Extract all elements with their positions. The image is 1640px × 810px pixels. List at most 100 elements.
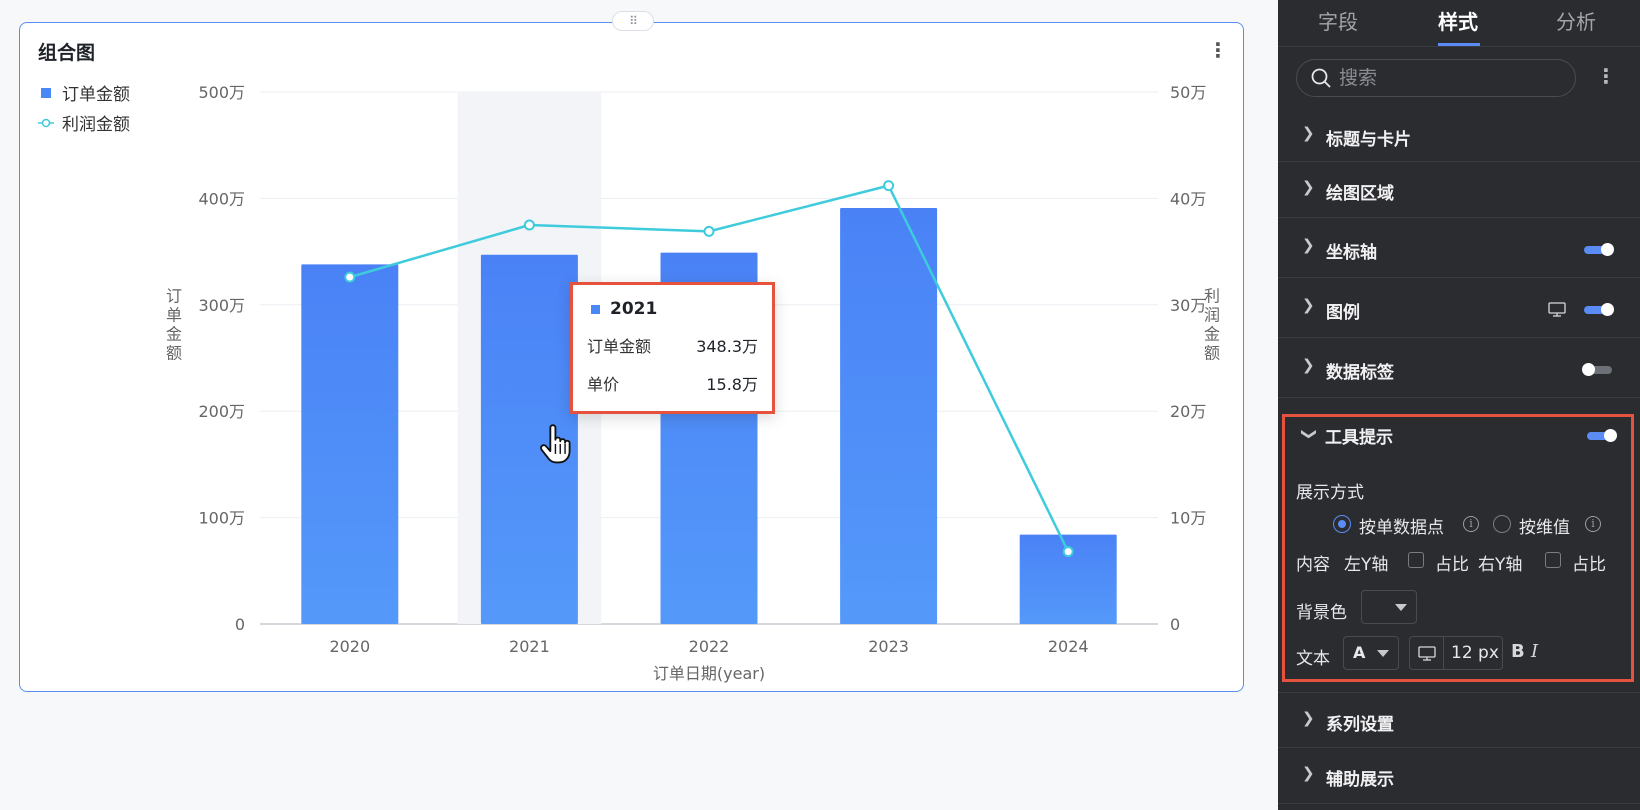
line-point — [883, 180, 895, 192]
display-mode-label: 展示方式 — [1296, 483, 1364, 503]
toggle-knob — [1601, 243, 1614, 256]
text-label: 文本 — [1296, 649, 1330, 669]
legend-toggle[interactable] — [1584, 303, 1614, 316]
section-label: 坐标轴 — [1326, 243, 1377, 263]
section-axis[interactable]: ❯ 坐标轴 — [1278, 218, 1640, 278]
content-label: 内容 — [1296, 555, 1330, 575]
right-ratio-label: 占比 — [1572, 555, 1606, 575]
chevron-right-icon: ❯ — [1302, 709, 1315, 727]
y-left-tick-label: 500万 — [198, 83, 245, 102]
line-point — [703, 225, 715, 237]
section-plot-area[interactable]: ❯ 绘图区域 — [1278, 162, 1640, 218]
y-right-tick-label: 20万 — [1170, 402, 1206, 421]
y-left-tick-label: 0 — [235, 615, 245, 634]
chart-tooltip: 2021 订单金额 348.3万 单价 15.8万 — [570, 282, 775, 414]
more-vertical-icon[interactable]: ⋮ — [1596, 64, 1616, 88]
panel-tabs: 字段 样式 分析 — [1278, 0, 1640, 47]
section-tooltip: ❯ 工具提示 展示方式 按单数据点 i 按维值 i 内容 左Y轴 占比 右Y轴 … — [1282, 414, 1634, 682]
tooltip-square-icon — [591, 304, 600, 314]
radio-dimension-label[interactable]: 按维值 — [1519, 513, 1570, 538]
tooltip-title-text: 2021 — [610, 299, 658, 319]
divider — [1443, 637, 1444, 669]
bar-series — [301, 207, 1117, 625]
bg-color-picker[interactable] — [1361, 590, 1417, 624]
line-point — [1062, 546, 1074, 558]
chevron-right-icon: ❯ — [1302, 178, 1315, 196]
style-panel: 字段 样式 分析 ⋮ ❯ 标题与卡片 ❯ 绘图区域 ❯ 坐标轴 ❯ 图例 ❯ — [1278, 0, 1640, 810]
section-label: 绘图区域 — [1326, 184, 1394, 204]
line-point — [523, 219, 535, 231]
chevron-right-icon: ❯ — [1302, 356, 1315, 374]
toggle-knob — [1582, 363, 1595, 376]
tooltip-row-label: 订单金额 — [587, 337, 652, 356]
chevron-down-icon[interactable]: ❯ — [1300, 428, 1318, 441]
section-label: 辅助展示 — [1326, 770, 1394, 790]
right-y-label: 右Y轴 — [1478, 555, 1523, 575]
info-icon[interactable]: i — [1585, 516, 1601, 532]
section-label: 数据标签 — [1326, 363, 1394, 383]
monitor-icon — [1418, 646, 1436, 661]
section-label: 标题与卡片 — [1326, 130, 1411, 150]
tab-fields[interactable]: 字段 — [1318, 6, 1358, 35]
x-tick-label: 2020 — [329, 637, 370, 656]
y-right-tick-label: 0 — [1170, 615, 1180, 634]
axis-toggle[interactable] — [1584, 243, 1614, 256]
section-legend[interactable]: ❯ 图例 — [1278, 278, 1640, 338]
chevron-right-icon: ❯ — [1302, 764, 1315, 782]
search-box[interactable] — [1296, 59, 1576, 97]
active-tab-indicator — [1438, 43, 1480, 46]
bold-button[interactable]: B — [1511, 641, 1525, 662]
radio-dimension[interactable] — [1493, 515, 1511, 533]
tooltip-row-label: 单价 — [587, 375, 620, 394]
left-ratio-checkbox[interactable] — [1408, 552, 1424, 568]
right-ratio-checkbox[interactable] — [1545, 552, 1561, 568]
left-y-label: 左Y轴 — [1344, 555, 1389, 575]
data-labels-toggle[interactable] — [1582, 363, 1612, 376]
section-data-labels[interactable]: ❯ 数据标签 — [1278, 338, 1640, 398]
text-color-icon: A — [1353, 643, 1366, 662]
hand-pointer-icon — [540, 424, 571, 464]
y-right-axis-title: 利润金额 — [1204, 287, 1220, 363]
tooltip-row: 订单金额 348.3万 — [587, 333, 758, 357]
x-tick-label: 2023 — [868, 637, 909, 656]
y-right-tick-label: 40万 — [1170, 189, 1206, 208]
x-axis-title: 订单日期(year) — [653, 664, 765, 683]
caret-down-icon — [1395, 604, 1407, 611]
section-label: 图例 — [1326, 303, 1360, 323]
x-tick-label: 2024 — [1048, 637, 1089, 656]
info-icon[interactable]: i — [1463, 516, 1479, 532]
chevron-right-icon: ❯ — [1302, 124, 1315, 142]
section-title-card[interactable]: ❯ 标题与卡片 — [1278, 110, 1640, 162]
x-tick-label: 2021 — [509, 637, 550, 656]
toggle-knob — [1604, 429, 1617, 442]
y-left-tick-label: 300万 — [198, 296, 245, 315]
italic-button[interactable]: I — [1531, 641, 1538, 662]
search-input[interactable] — [1339, 67, 1559, 89]
tooltip-row-value: 348.3万 — [696, 337, 758, 356]
toggle-knob — [1601, 303, 1614, 316]
radio-single-point[interactable] — [1333, 515, 1351, 533]
left-ratio-label: 占比 — [1435, 555, 1469, 575]
tab-style[interactable]: 样式 — [1438, 6, 1478, 35]
tab-analysis[interactable]: 分析 — [1556, 6, 1596, 35]
section-label[interactable]: 工具提示 — [1325, 423, 1393, 448]
y-left-tick-label: 100万 — [198, 509, 245, 528]
y-left-tick-label: 400万 — [198, 189, 245, 208]
tooltip-row: 单价 15.8万 — [587, 371, 758, 395]
search-icon — [1311, 68, 1331, 88]
section-label: 系列设置 — [1326, 715, 1394, 735]
tooltip-row-value: 15.8万 — [706, 375, 758, 394]
caret-down-icon — [1377, 650, 1389, 657]
tooltip-toggle[interactable] — [1587, 429, 1617, 442]
drag-handle-icon[interactable]: ⠿ — [612, 11, 654, 31]
y-left-tick-label: 200万 — [198, 402, 245, 421]
chevron-right-icon: ❯ — [1302, 296, 1315, 314]
text-color-picker[interactable]: A — [1343, 636, 1399, 670]
tooltip-title: 2021 — [591, 299, 758, 319]
bar — [301, 264, 399, 624]
monitor-icon — [1548, 302, 1566, 317]
section-auxiliary-display[interactable]: ❯ 辅助展示 — [1278, 748, 1640, 804]
section-series-settings[interactable]: ❯ 系列设置 — [1278, 692, 1640, 748]
radio-single-point-label[interactable]: 按单数据点 — [1359, 513, 1444, 538]
font-size-input[interactable]: 12 px — [1409, 636, 1503, 670]
